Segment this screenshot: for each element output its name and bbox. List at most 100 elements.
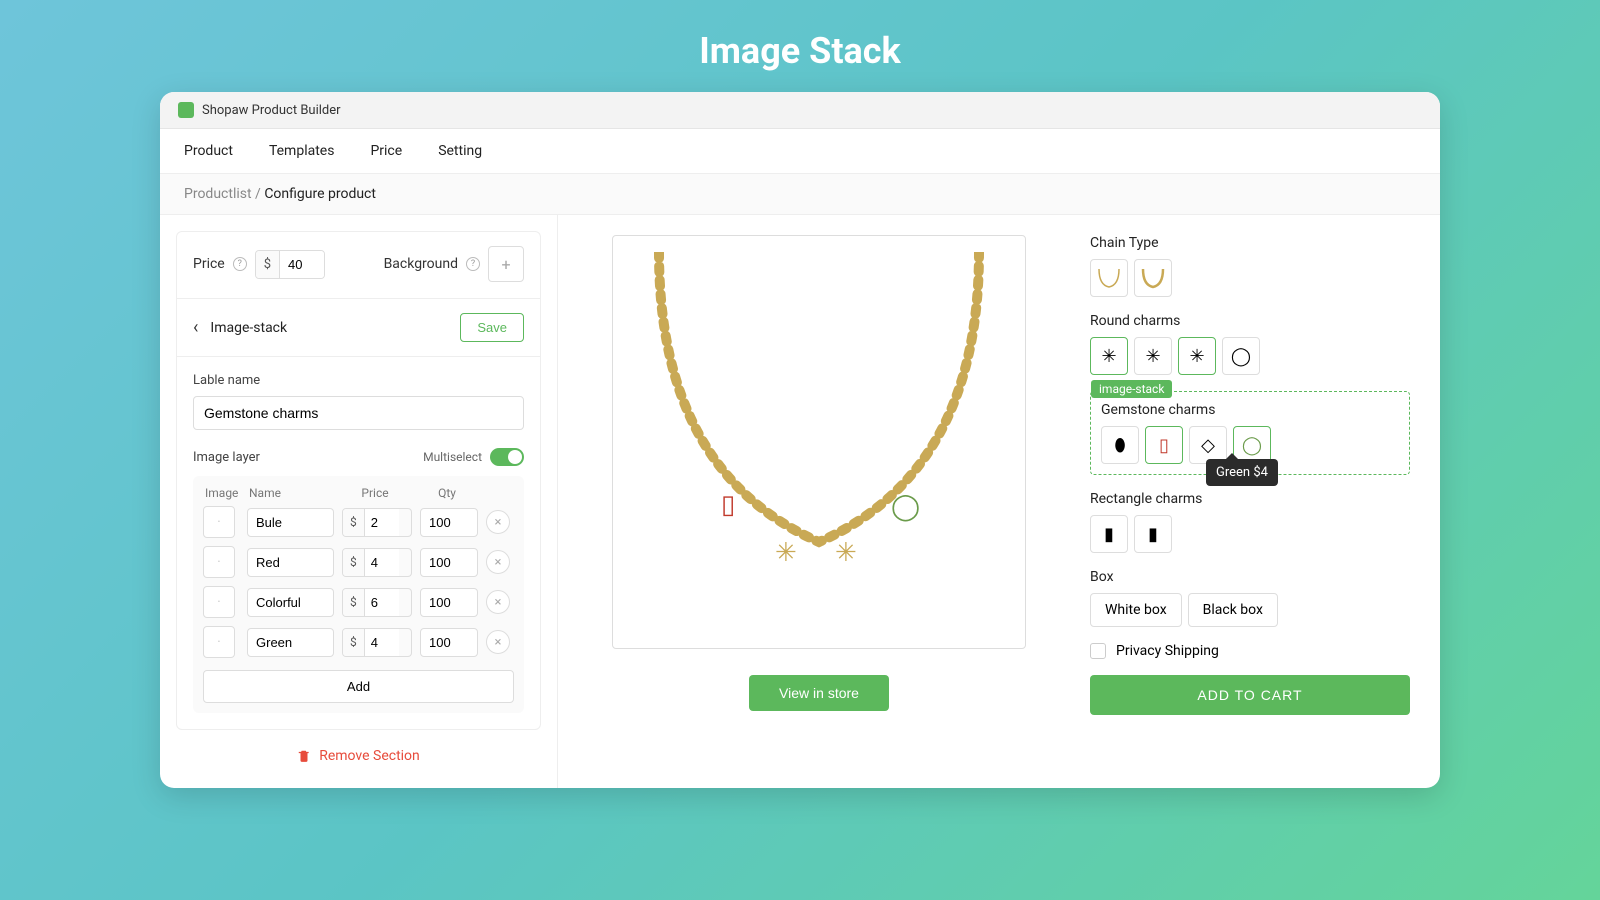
rectangle-charm-option[interactable]: ▮ — [1090, 515, 1128, 553]
titlebar: Shopaw Product Builder — [160, 92, 1440, 129]
chain-type-option[interactable] — [1134, 259, 1172, 297]
privacy-shipping-label: Privacy Shipping — [1116, 643, 1219, 659]
round-charm-option[interactable]: ✳ — [1090, 337, 1128, 375]
row-price-input[interactable] — [365, 509, 399, 536]
product-preview: ▯ ✳ ✳ ◯ — [612, 235, 1026, 649]
chevron-left-icon[interactable]: ‹ — [193, 317, 198, 338]
col-image: Image — [205, 486, 241, 500]
price-input[interactable] — [280, 251, 324, 278]
remove-section-button[interactable]: Remove Section — [176, 730, 541, 772]
col-price: Price — [340, 486, 410, 500]
charm-icon: ✳ — [775, 538, 797, 568]
round-charms-label: Round charms — [1090, 313, 1410, 329]
add-row-button[interactable]: Add — [203, 670, 514, 703]
rectangle-charms-label: Rectangle charms — [1090, 491, 1410, 507]
row-qty-input[interactable] — [420, 508, 478, 537]
box-label: Box — [1090, 569, 1410, 585]
currency-prefix: $ — [343, 629, 365, 656]
gemstone-option[interactable]: ⬮ — [1101, 426, 1139, 464]
row-delete-button[interactable]: × — [486, 550, 510, 574]
gemstone-charms-label: Gemstone charms — [1101, 402, 1399, 418]
breadcrumb-root[interactable]: Productlist — [184, 186, 252, 202]
row-name-input[interactable] — [247, 508, 334, 537]
chain-type-option[interactable] — [1090, 259, 1128, 297]
charm-icon: ▯ — [721, 490, 735, 520]
chain-icon — [639, 252, 999, 612]
options-panel: Chain Type Round charms ✳ ✳ ✳ ◯ image-st… — [1080, 215, 1440, 788]
gemstone-option[interactable]: ▯ — [1145, 426, 1183, 464]
background-add-button[interactable]: + — [488, 246, 524, 282]
breadcrumb: Productlist / Configure product — [160, 174, 1440, 215]
rectangle-charm-option[interactable]: ▮ — [1134, 515, 1172, 553]
row-qty-input[interactable] — [420, 588, 478, 617]
currency-prefix: $ — [343, 589, 365, 616]
chain-u-icon — [1095, 267, 1123, 289]
section-name: Image-stack — [210, 320, 287, 336]
main-tabs: Product Templates Price Setting — [160, 129, 1440, 174]
row-delete-button[interactable]: × — [486, 630, 510, 654]
row-delete-button[interactable]: × — [486, 510, 510, 534]
help-icon[interactable]: ? — [233, 257, 247, 271]
row-thumb[interactable]: · — [203, 546, 235, 578]
app-logo-icon — [178, 102, 194, 118]
necklace-preview: ▯ ✳ ✳ ◯ — [629, 252, 1009, 632]
round-charm-option[interactable]: ◯ — [1222, 337, 1260, 375]
preview-panel: ▯ ✳ ✳ ◯ View in store — [558, 215, 1080, 788]
box-option-white[interactable]: White box — [1090, 593, 1182, 627]
page-heading: Image Stack — [0, 0, 1600, 92]
row-delete-button[interactable]: × — [486, 590, 510, 614]
breadcrumb-current: Configure product — [264, 186, 376, 202]
tab-price[interactable]: Price — [370, 143, 402, 159]
multiselect-toggle[interactable] — [490, 448, 524, 466]
row-thumb[interactable]: · — [203, 626, 235, 658]
table-row: · $ × — [203, 546, 514, 578]
privacy-shipping-checkbox[interactable] — [1090, 643, 1106, 659]
row-qty-input[interactable] — [420, 548, 478, 577]
row-name-input[interactable] — [247, 628, 334, 657]
tab-setting[interactable]: Setting — [438, 143, 482, 159]
multiselect-label: Multiselect — [423, 450, 482, 464]
help-icon[interactable]: ? — [466, 257, 480, 271]
save-button[interactable]: Save — [460, 313, 524, 342]
price-tooltip: Green $4 — [1206, 459, 1278, 486]
price-label: Price — [193, 256, 225, 272]
col-qty: Qty — [418, 486, 476, 500]
col-name: Name — [249, 486, 332, 500]
charm-icon: ✳ — [835, 538, 857, 568]
tab-product[interactable]: Product — [184, 143, 233, 159]
app-window: Shopaw Product Builder Product Templates… — [160, 92, 1440, 788]
round-charm-option[interactable]: ✳ — [1178, 337, 1216, 375]
view-in-store-button[interactable]: View in store — [749, 675, 889, 711]
currency-prefix: $ — [256, 251, 280, 278]
price-input-group: $ — [255, 250, 325, 279]
row-thumb[interactable]: · — [203, 506, 235, 538]
tab-templates[interactable]: Templates — [269, 143, 335, 159]
background-label: Background — [384, 256, 458, 272]
charm-icon: ◯ — [891, 492, 920, 522]
add-to-cart-button[interactable]: ADD TO CART — [1090, 675, 1410, 715]
row-name-input[interactable] — [247, 548, 334, 577]
table-row: · $ × — [203, 626, 514, 658]
label-name-label: Lable name — [193, 373, 524, 388]
currency-prefix: $ — [343, 509, 365, 536]
remove-section-label: Remove Section — [319, 748, 420, 764]
table-row: · $ × — [203, 506, 514, 538]
row-name-input[interactable] — [247, 588, 334, 617]
label-name-input[interactable] — [193, 396, 524, 430]
row-qty-input[interactable] — [420, 628, 478, 657]
image-layer-table: Image Name Price Qty · $ × — [193, 476, 524, 713]
breadcrumb-sep: / — [255, 186, 261, 202]
app-title: Shopaw Product Builder — [202, 103, 341, 118]
row-price-input[interactable] — [365, 629, 399, 656]
row-thumb[interactable]: · — [203, 586, 235, 618]
box-option-black[interactable]: Black box — [1188, 593, 1278, 627]
image-layer-label: Image layer — [193, 450, 260, 465]
row-price-input[interactable] — [365, 589, 399, 616]
chain-type-label: Chain Type — [1090, 235, 1410, 251]
left-panel: Price ? $ Background ? + — [160, 215, 558, 788]
round-charm-option[interactable]: ✳ — [1134, 337, 1172, 375]
row-price-input[interactable] — [365, 549, 399, 576]
image-stack-pill: image-stack — [1091, 380, 1172, 398]
trash-icon — [297, 749, 311, 763]
table-row: · $ × — [203, 586, 514, 618]
